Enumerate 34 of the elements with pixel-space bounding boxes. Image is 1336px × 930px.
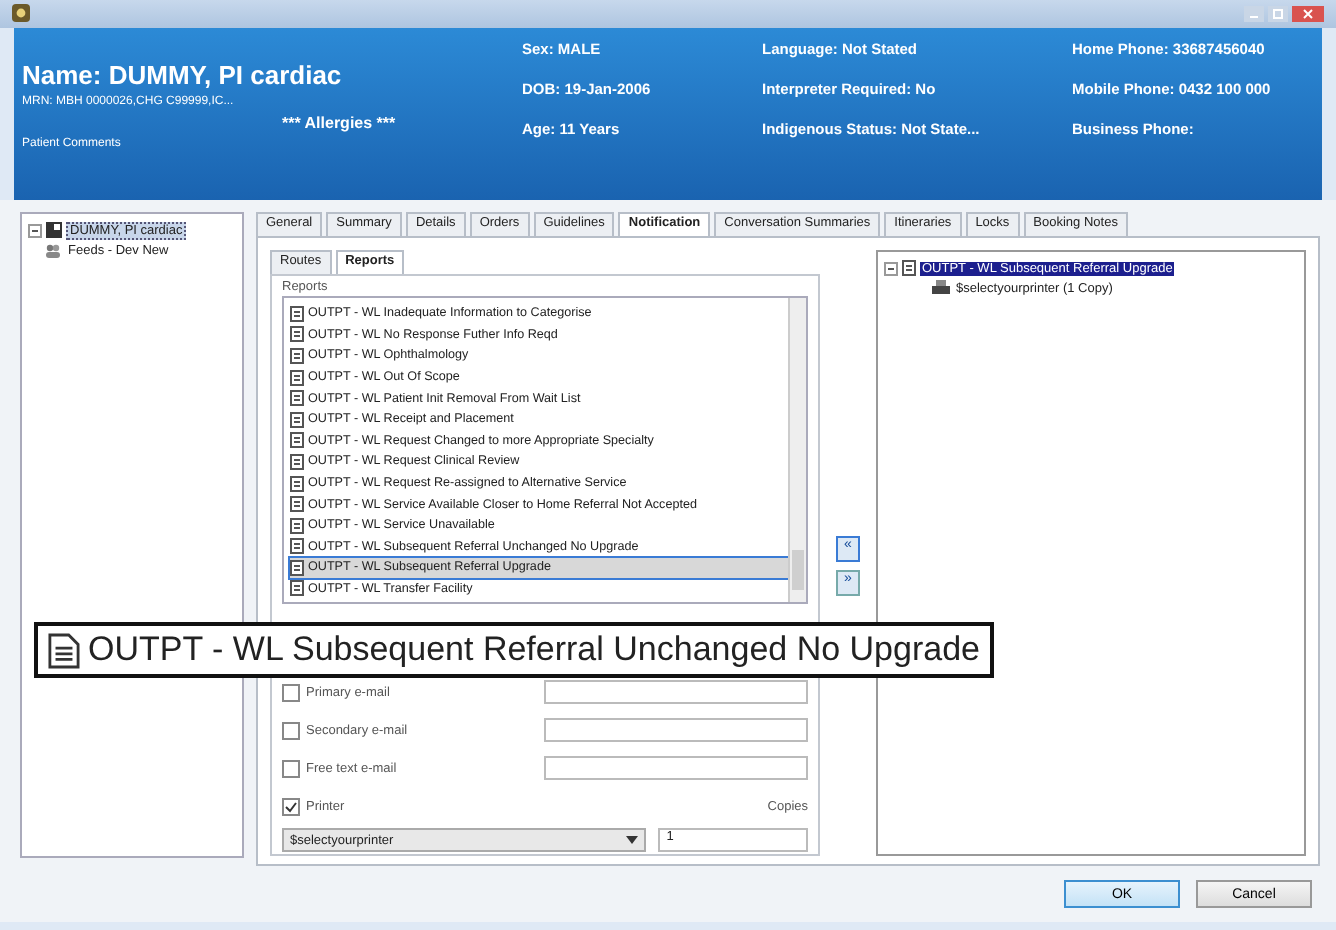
document-icon <box>290 369 304 386</box>
document-icon <box>290 475 304 491</box>
allergies-label: *** Allergies *** <box>282 113 398 132</box>
collapse-icon[interactable] <box>884 261 898 276</box>
document-icon <box>290 496 304 513</box>
document-icon <box>290 559 304 576</box>
app-icon <box>12 4 30 23</box>
callout-text: OUTPT - WL Subsequent Referral Unchanged No Upgrade <box>87 630 980 670</box>
document-icon <box>290 347 304 364</box>
patient-icon <box>46 222 62 239</box>
input-field[interactable] <box>544 756 808 781</box>
patient-name: Name: DUMMY, PI cardiac <box>22 59 344 90</box>
input-field[interactable] <box>544 718 808 743</box>
close-icon[interactable] <box>1292 5 1324 22</box>
document-icon <box>902 260 916 277</box>
checkbox[interactable] <box>282 797 300 816</box>
checkbox[interactable] <box>282 721 300 740</box>
document-icon <box>290 326 304 343</box>
checkbox[interactable] <box>282 759 300 778</box>
input-field[interactable] <box>544 680 808 705</box>
document-icon <box>290 580 304 597</box>
document-icon <box>290 390 304 407</box>
collapse-icon[interactable] <box>28 223 42 238</box>
document-icon <box>290 305 304 322</box>
caret-icon <box>626 836 639 845</box>
printer-icon <box>932 280 950 297</box>
document-icon <box>290 453 304 470</box>
checkbox[interactable] <box>282 683 300 702</box>
document-icon <box>290 517 304 534</box>
document-icon <box>48 631 80 669</box>
users-icon <box>44 243 62 258</box>
document-icon <box>290 411 304 428</box>
document-icon <box>290 432 304 449</box>
document-icon <box>290 538 304 555</box>
